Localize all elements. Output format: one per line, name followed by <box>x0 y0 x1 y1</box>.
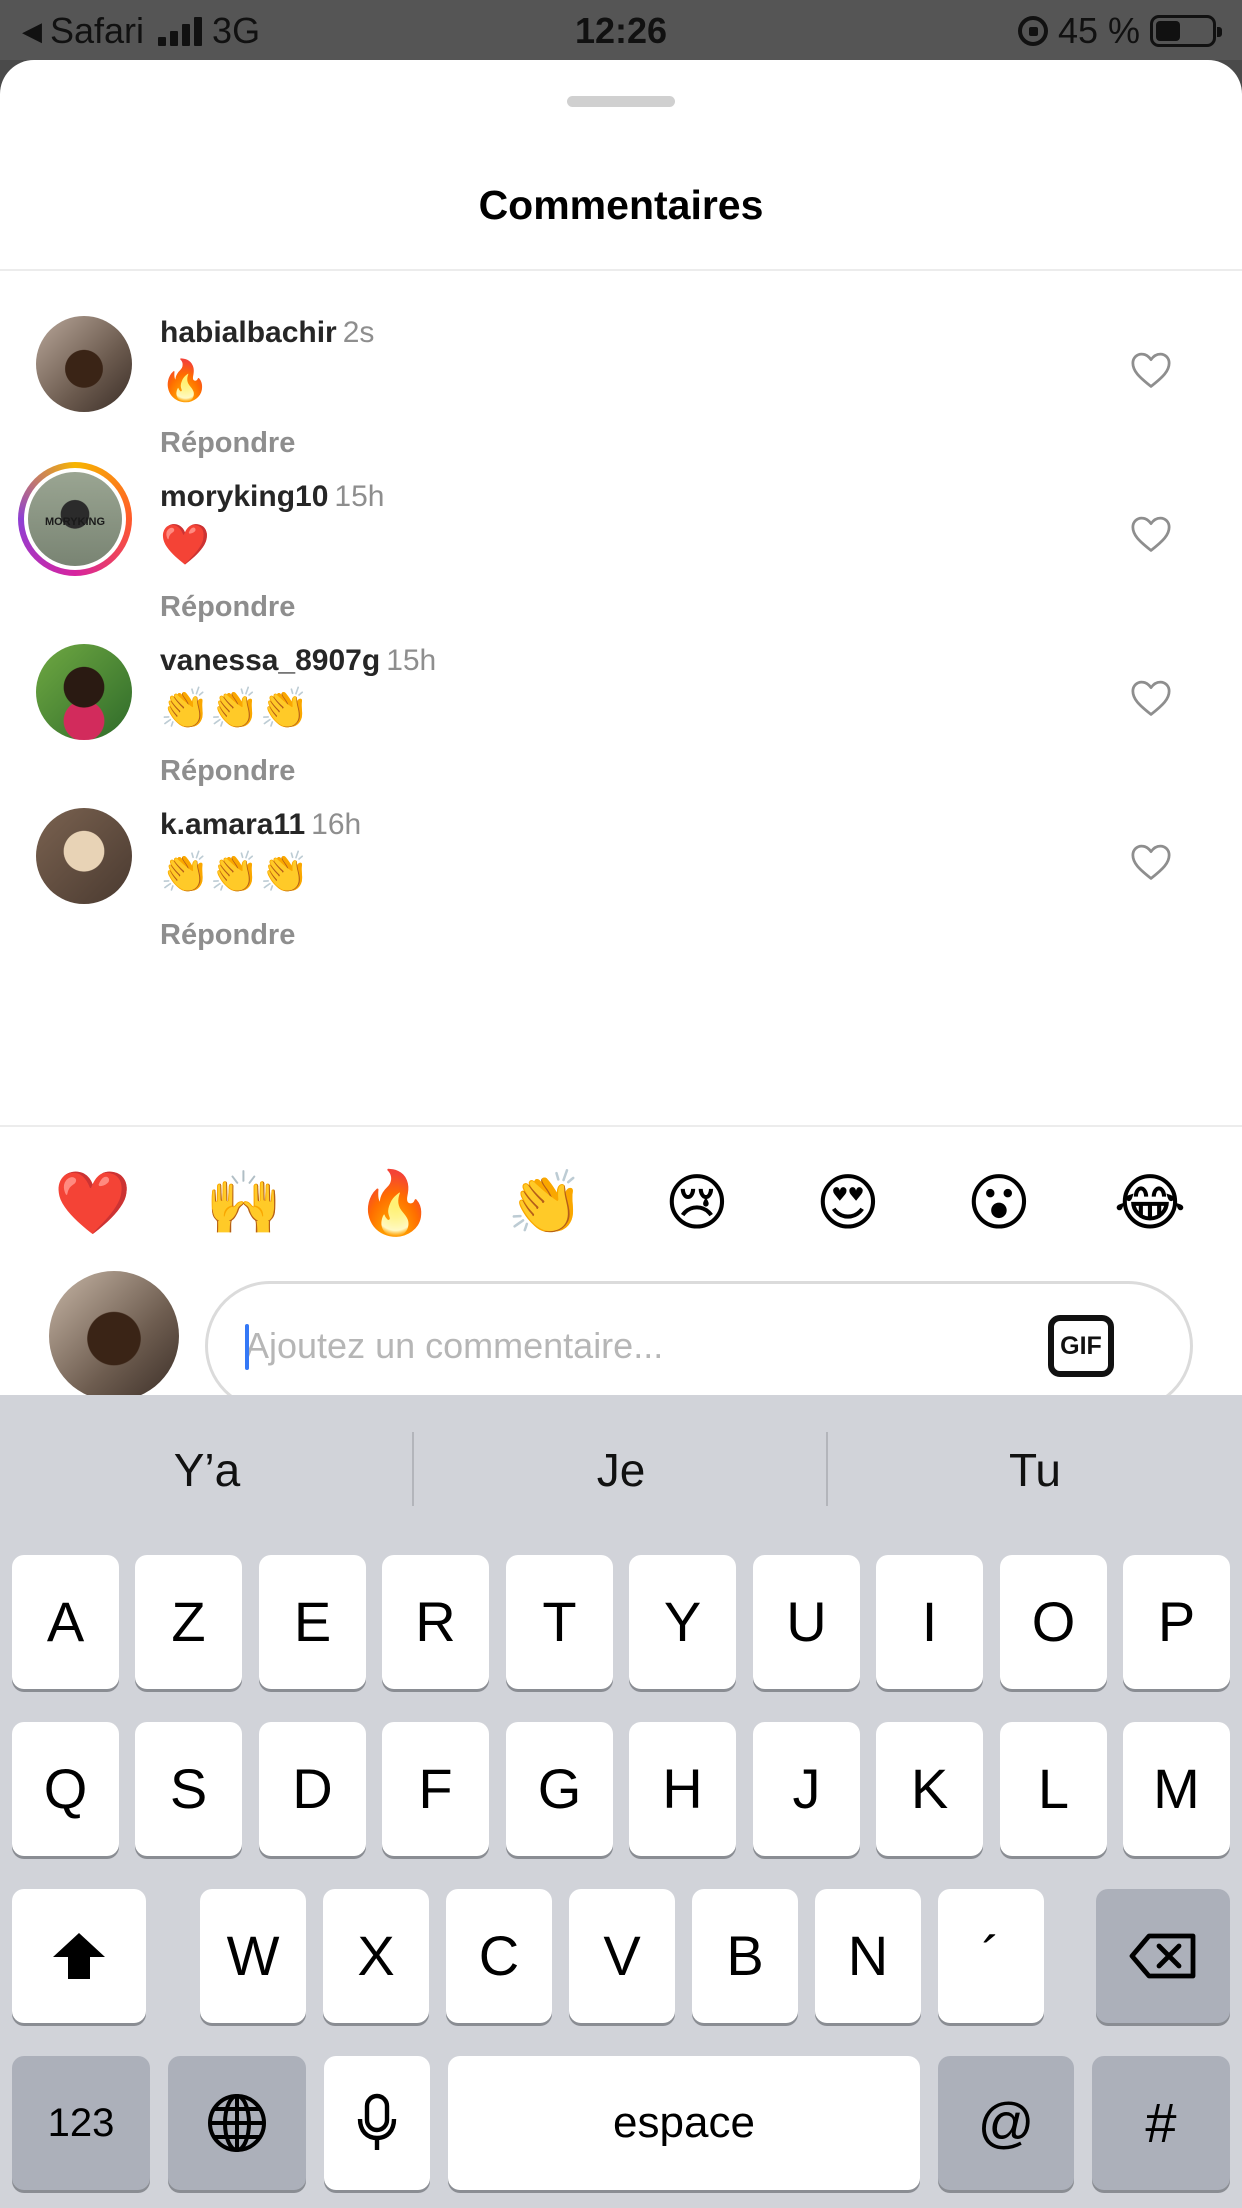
comment-time: 16h <box>311 808 362 841</box>
globe-key[interactable] <box>168 2056 306 2190</box>
quick-emoji-fire[interactable]: 🔥 <box>355 1163 435 1243</box>
key-k[interactable]: K <box>876 1722 983 1856</box>
comment-header: k.amara11 16h <box>160 807 361 843</box>
key-m[interactable]: M <box>1123 1722 1230 1856</box>
globe-icon <box>208 2094 266 2152</box>
comment-time: 2s <box>342 316 375 349</box>
quick-emoji-raised-hands[interactable]: 🙌 <box>204 1163 284 1243</box>
comment-header: habialbachir 2s <box>160 315 374 351</box>
like-heart-icon[interactable] <box>1130 679 1172 717</box>
avatar[interactable] <box>36 644 132 740</box>
key-acute-accent[interactable]: ´ <box>938 1889 1044 2023</box>
suggestion-1[interactable]: Y’a <box>0 1395 414 1545</box>
key-i[interactable]: I <box>876 1555 983 1689</box>
delete-key[interactable] <box>1096 1889 1230 2023</box>
shift-key[interactable] <box>12 1889 146 2023</box>
comment-text: 👏👏👏 <box>160 686 310 732</box>
at-key[interactable]: @ <box>938 2056 1074 2190</box>
comment-item: k.amara11 16h 👏👏👏 Répondre <box>0 763 1242 993</box>
microphone-icon <box>357 2093 397 2150</box>
comment-username[interactable]: vanessa_8907g <box>160 644 380 677</box>
battery-percentage: 45 % <box>1057 10 1140 51</box>
backspace-icon <box>1129 1933 1196 1979</box>
key-y[interactable]: Y <box>629 1555 736 1689</box>
comment-header: vanessa_8907g 15h <box>160 643 436 679</box>
comment-input-placeholder: Ajoutez un commentaire... <box>245 1325 664 1366</box>
comment-text: ❤️ <box>160 522 210 568</box>
reply-button[interactable]: Répondre <box>160 917 361 953</box>
key-l[interactable]: L <box>1000 1722 1107 1856</box>
key-o[interactable]: O <box>1000 1555 1107 1689</box>
avatar: MORYKING <box>28 472 122 566</box>
key-w[interactable]: W <box>200 1889 306 2023</box>
key-h[interactable]: H <box>629 1722 736 1856</box>
comment-text: 🔥 <box>160 358 210 404</box>
battery-fill <box>1156 21 1181 41</box>
keyboard: Y’a Je Tu A Z E R T Y U I O P Q S D F G … <box>0 1395 1242 2208</box>
key-x[interactable]: X <box>323 1889 429 2023</box>
key-r[interactable]: R <box>382 1555 489 1689</box>
key-d[interactable]: D <box>259 1722 366 1856</box>
comment-username[interactable]: moryking10 <box>160 480 328 513</box>
key-u[interactable]: U <box>753 1555 860 1689</box>
key-e[interactable]: E <box>259 1555 366 1689</box>
avatar[interactable] <box>36 316 132 412</box>
composer-divider <box>0 1125 1242 1127</box>
numbers-key[interactable]: 123 <box>12 2056 150 2190</box>
quick-emoji-astonished[interactable]: 😮 <box>959 1163 1039 1243</box>
like-heart-icon[interactable] <box>1130 351 1172 389</box>
quick-emoji-crying[interactable]: 😢 <box>657 1163 737 1243</box>
comment-list[interactable]: habialbachir 2s 🔥 Répondre MORYKING moryk… <box>0 271 1242 1125</box>
key-v[interactable]: V <box>569 1889 675 2023</box>
suggestion-2[interactable]: Je <box>414 1395 828 1545</box>
avatar[interactable] <box>36 808 132 904</box>
sheet-title: Commentaires <box>478 182 764 228</box>
key-b[interactable]: B <box>692 1889 798 2023</box>
sheet-grabber[interactable] <box>567 96 675 107</box>
key-z[interactable]: Z <box>135 1555 242 1689</box>
status-bar: ◀ Safari 3G 12:26 45 % <box>0 0 1242 60</box>
key-s[interactable]: S <box>135 1722 242 1856</box>
quick-emoji-clap[interactable]: 👏 <box>506 1163 586 1243</box>
key-j[interactable]: J <box>753 1722 860 1856</box>
comment-composer: Ajoutez un commentaire... GIF <box>0 1251 1242 1411</box>
quick-emoji-heart-eyes[interactable]: 😍 <box>808 1163 888 1243</box>
comment-header: moryking10 15h <box>160 479 384 515</box>
space-key[interactable]: espace <box>448 2056 920 2190</box>
key-q[interactable]: Q <box>12 1722 119 1856</box>
avatar-ring-inner: MORYKING <box>24 468 126 570</box>
quick-emoji-bar: ❤️ 🙌 🔥 👏 😢 😍 😮 😂 <box>0 1141 1242 1251</box>
comment-username[interactable]: k.amara11 <box>160 808 305 841</box>
comment-username[interactable]: habialbachir <box>160 316 337 349</box>
like-heart-icon[interactable] <box>1130 515 1172 553</box>
key-n[interactable]: N <box>815 1889 921 2023</box>
suggestion-3[interactable]: Tu <box>828 1395 1242 1545</box>
avatar-logo-text: MORYKING <box>44 516 106 528</box>
like-heart-icon[interactable] <box>1130 843 1172 881</box>
comment-text: 👏👏👏 <box>160 850 310 896</box>
key-g[interactable]: G <box>506 1722 613 1856</box>
battery-icon <box>1150 15 1222 47</box>
orientation-lock-icon <box>1017 16 1048 46</box>
key-f[interactable]: F <box>382 1722 489 1856</box>
avatar-story-ring[interactable]: MORYKING <box>18 462 132 576</box>
quick-emoji-heart[interactable]: ❤️ <box>53 1163 133 1243</box>
predictive-bar: Y’a Je Tu <box>0 1395 1242 1545</box>
shift-arrow-icon <box>53 1933 105 1979</box>
my-avatar <box>49 1271 179 1401</box>
hash-key[interactable]: # <box>1092 2056 1230 2190</box>
gif-button[interactable]: GIF <box>1048 1315 1114 1377</box>
key-c[interactable]: C <box>446 1889 552 2023</box>
comment-time: 15h <box>334 480 385 513</box>
comment-time: 15h <box>386 644 437 677</box>
key-t[interactable]: T <box>506 1555 613 1689</box>
key-p[interactable]: P <box>1123 1555 1230 1689</box>
key-a[interactable]: A <box>12 1555 119 1689</box>
status-right: 45 % <box>1017 8 1222 54</box>
comment-body: k.amara11 16h 👏👏👏 Répondre <box>160 807 361 953</box>
comment-input[interactable]: Ajoutez un commentaire... GIF <box>205 1281 1193 1411</box>
dictation-key[interactable] <box>324 2056 430 2190</box>
text-cursor <box>245 1324 249 1370</box>
quick-emoji-laughing[interactable]: 😂 <box>1110 1163 1190 1243</box>
